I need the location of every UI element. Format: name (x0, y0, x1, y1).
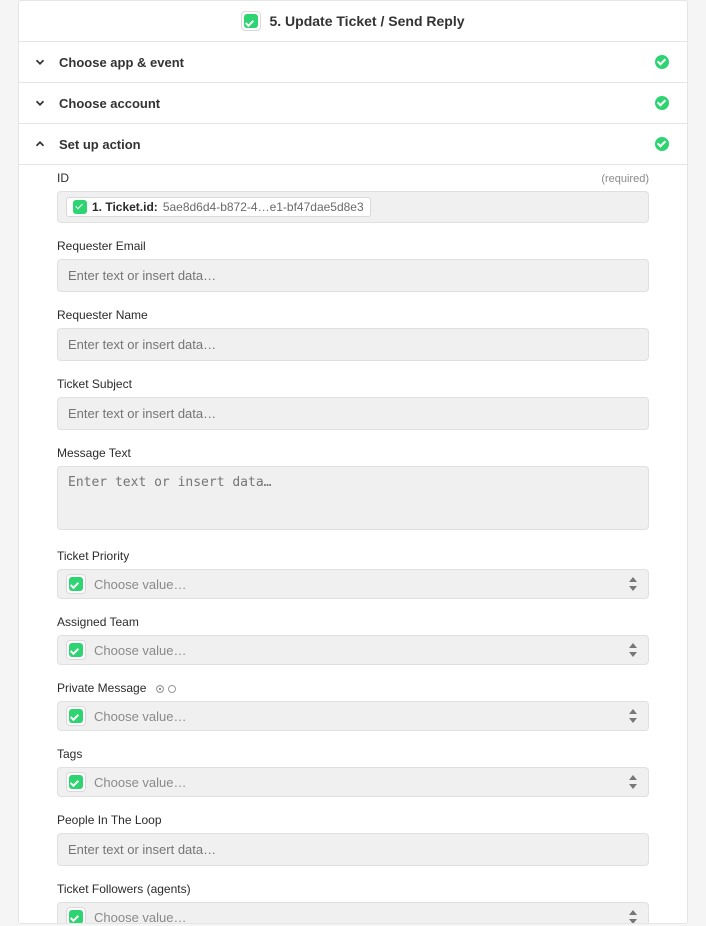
field-message-text: Message Text (57, 446, 649, 533)
section-label: Choose account (59, 96, 645, 111)
chevron-up-icon (31, 135, 49, 153)
section-label: Choose app & event (59, 55, 645, 70)
people-in-loop-input[interactable] (57, 833, 649, 866)
field-people-in-loop: People In The Loop (57, 813, 649, 866)
step-panel: 5. Update Ticket / Send Reply Choose app… (18, 0, 688, 924)
field-private-message: Private Message Choose value… (57, 681, 649, 731)
app-mini-icon (66, 706, 86, 726)
field-assigned-team: Assigned Team Choose value… (57, 615, 649, 665)
field-label: Tags (57, 747, 82, 761)
field-label: ID (57, 171, 69, 185)
field-label-text: Private Message (57, 681, 146, 695)
select-placeholder: Choose value… (94, 577, 187, 592)
field-label: Ticket Subject (57, 377, 132, 391)
field-tags: Tags Choose value… (57, 747, 649, 797)
private-message-select[interactable]: Choose value… (57, 701, 649, 731)
sort-caret-icon (628, 775, 638, 789)
field-label: Ticket Priority (57, 549, 129, 563)
section-setup-action[interactable]: Set up action (19, 124, 687, 165)
sort-caret-icon (628, 709, 638, 723)
assigned-team-select[interactable]: Choose value… (57, 635, 649, 665)
ticket-followers-select[interactable]: Choose value… (57, 902, 649, 923)
ticket-priority-select[interactable]: Choose value… (57, 569, 649, 599)
pill-value: 5ae8d6d4-b872-4…e1-bf47dae5d8e3 (163, 200, 364, 214)
requester-name-input[interactable] (57, 328, 649, 361)
check-complete-icon (655, 55, 669, 69)
app-logo-icon (241, 11, 261, 31)
boolean-type-icon (156, 685, 176, 693)
field-label: People In The Loop (57, 813, 162, 827)
field-label: Requester Name (57, 308, 148, 322)
field-requester-email: Requester Email (57, 239, 649, 292)
sort-caret-icon (628, 910, 638, 923)
tags-select[interactable]: Choose value… (57, 767, 649, 797)
field-label: Assigned Team (57, 615, 139, 629)
field-label: Message Text (57, 446, 131, 460)
required-indicator: (required) (601, 173, 649, 185)
check-complete-icon (655, 137, 669, 151)
sort-caret-icon (628, 643, 638, 657)
setup-action-form: ID (required) 1. Ticket.id: 5ae8d6d4-b87… (19, 165, 687, 923)
mapped-value-pill[interactable]: 1. Ticket.id: 5ae8d6d4-b872-4…e1-bf47dae… (66, 197, 371, 217)
step-header: 5. Update Ticket / Send Reply (19, 1, 687, 42)
app-mini-icon (66, 574, 86, 594)
id-input[interactable]: 1. Ticket.id: 5ae8d6d4-b872-4…e1-bf47dae… (57, 191, 649, 223)
select-placeholder: Choose value… (94, 775, 187, 790)
field-id: ID (required) 1. Ticket.id: 5ae8d6d4-b87… (57, 171, 649, 223)
field-requester-name: Requester Name (57, 308, 649, 361)
pill-label: 1. Ticket.id: (92, 200, 158, 214)
section-label: Set up action (59, 137, 645, 152)
app-mini-icon (66, 907, 86, 923)
select-placeholder: Choose value… (94, 910, 187, 924)
app-mini-icon (73, 200, 87, 214)
message-text-input[interactable] (57, 466, 649, 530)
app-mini-icon (66, 640, 86, 660)
field-ticket-priority: Ticket Priority Choose value… (57, 549, 649, 599)
section-choose-app[interactable]: Choose app & event (19, 42, 687, 83)
field-label: Requester Email (57, 239, 146, 253)
field-label: Ticket Followers (agents) (57, 882, 191, 896)
select-placeholder: Choose value… (94, 709, 187, 724)
chevron-down-icon (31, 94, 49, 112)
ticket-subject-input[interactable] (57, 397, 649, 430)
field-label: Private Message (57, 681, 176, 695)
app-mini-icon (66, 772, 86, 792)
field-ticket-subject: Ticket Subject (57, 377, 649, 430)
check-complete-icon (655, 96, 669, 110)
step-title: 5. Update Ticket / Send Reply (269, 13, 464, 29)
select-placeholder: Choose value… (94, 643, 187, 658)
sort-caret-icon (628, 577, 638, 591)
chevron-down-icon (31, 53, 49, 71)
section-choose-account[interactable]: Choose account (19, 83, 687, 124)
requester-email-input[interactable] (57, 259, 649, 292)
field-ticket-followers: Ticket Followers (agents) Choose value… (57, 882, 649, 923)
